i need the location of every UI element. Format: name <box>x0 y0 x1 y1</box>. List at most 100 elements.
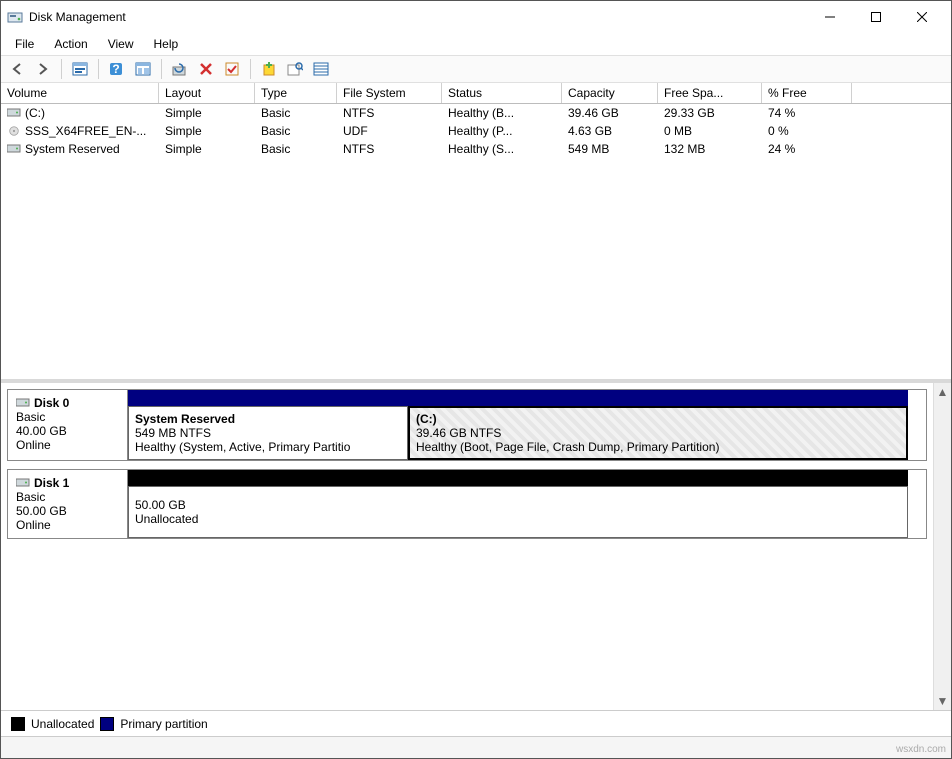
disk-state: Online <box>16 438 119 452</box>
col-volume[interactable]: Volume <box>1 83 159 103</box>
disk-name: Disk 0 <box>34 396 69 410</box>
disk-name: Disk 1 <box>34 476 69 490</box>
disk-info[interactable]: Disk 1Basic50.00 GBOnline <box>8 470 128 538</box>
volume-type: Basic <box>255 140 337 158</box>
wizard-button[interactable] <box>257 58 281 80</box>
col-type[interactable]: Type <box>255 83 337 103</box>
vertical-scrollbar[interactable]: ▲ ▼ <box>933 383 951 710</box>
maximize-button[interactable] <box>853 2 899 32</box>
legend-primary-label: Primary partition <box>120 717 207 731</box>
legend-unallocated-swatch <box>11 717 25 731</box>
scroll-down-icon[interactable]: ▼ <box>934 692 951 710</box>
minimize-button[interactable] <box>807 2 853 32</box>
volume-row[interactable]: SSS_X64FREE_EN-...SimpleBasicUDFHealthy … <box>1 122 951 140</box>
volume-pct: 74 % <box>762 104 852 122</box>
toolbar-separator <box>98 59 99 79</box>
disk-type: Basic <box>16 490 119 504</box>
volume-status: Healthy (B... <box>442 104 562 122</box>
menu-view[interactable]: View <box>100 35 142 53</box>
volume-free: 132 MB <box>658 140 762 158</box>
volume-type: Basic <box>255 104 337 122</box>
legend-unallocated-label: Unallocated <box>31 717 94 731</box>
col-free[interactable]: Free Spa... <box>658 83 762 103</box>
volume-list-header: Volume Layout Type File System Status Ca… <box>1 83 951 104</box>
partition-box[interactable]: System Reserved549 MB NTFSHealthy (Syste… <box>128 406 408 460</box>
volume-capacity: 549 MB <box>562 140 658 158</box>
toolbar-separator <box>61 59 62 79</box>
menu-file[interactable]: File <box>7 35 42 53</box>
show-hide-console-tree-button[interactable] <box>68 58 92 80</box>
status-strip <box>1 736 951 758</box>
menubar: File Action View Help <box>1 33 951 55</box>
disk-graphic-inner[interactable]: Disk 0Basic40.00 GBOnlineSystem Reserved… <box>1 383 933 710</box>
svg-text:?: ? <box>112 62 119 76</box>
volume-fs: NTFS <box>337 140 442 158</box>
scroll-up-icon[interactable]: ▲ <box>934 383 951 401</box>
close-button[interactable] <box>899 2 945 32</box>
back-button[interactable] <box>5 58 29 80</box>
titlebar: Disk Management <box>1 1 951 33</box>
volume-row[interactable]: System ReservedSimpleBasicNTFSHealthy (S… <box>1 140 951 158</box>
volume-layout: Simple <box>159 122 255 140</box>
volume-status: Healthy (S... <box>442 140 562 158</box>
partition-size: 39.46 GB NTFS <box>416 426 900 440</box>
settings-button[interactable] <box>131 58 155 80</box>
legend-bar: Unallocated Primary partition <box>1 710 951 736</box>
volume-row[interactable]: (C:)SimpleBasicNTFSHealthy (B...39.46 GB… <box>1 104 951 122</box>
disk-management-window: Disk Management File Action View Help ? … <box>0 0 952 759</box>
volume-status: Healthy (P... <box>442 122 562 140</box>
volume-capacity: 39.46 GB <box>562 104 658 122</box>
disk-graphic-pane: Disk 0Basic40.00 GBOnlineSystem Reserved… <box>1 383 951 710</box>
volume-name: System Reserved <box>1 140 159 158</box>
disk-size: 50.00 GB <box>16 504 119 518</box>
partition-status: Healthy (System, Active, Primary Partiti… <box>135 440 401 454</box>
volume-capacity: 4.63 GB <box>562 122 658 140</box>
disk-info[interactable]: Disk 0Basic40.00 GBOnline <box>8 390 128 460</box>
partition-size: 50.00 GB <box>135 498 901 512</box>
partition-size: 549 MB NTFS <box>135 426 401 440</box>
col-capacity[interactable]: Capacity <box>562 83 658 103</box>
volume-pct: 24 % <box>762 140 852 158</box>
disk-color-stripe <box>128 390 926 406</box>
disk-type: Basic <box>16 410 119 424</box>
partition-title: System Reserved <box>135 412 401 426</box>
volume-free: 29.33 GB <box>658 104 762 122</box>
col-pct[interactable]: % Free <box>762 83 852 103</box>
window-title: Disk Management <box>29 10 807 24</box>
watermark: wsxdn.com <box>896 744 946 755</box>
col-status[interactable]: Status <box>442 83 562 103</box>
volume-fs: NTFS <box>337 104 442 122</box>
col-spacer <box>852 83 951 103</box>
delete-button[interactable] <box>194 58 218 80</box>
disk-row: Disk 0Basic40.00 GBOnlineSystem Reserved… <box>7 389 927 461</box>
partition-status: Healthy (Boot, Page File, Crash Dump, Pr… <box>416 440 900 454</box>
legend-primary-swatch <box>100 717 114 731</box>
refresh-button[interactable] <box>168 58 192 80</box>
toolbar-separator <box>250 59 251 79</box>
volume-name: SSS_X64FREE_EN-... <box>1 122 159 140</box>
toolbar: ? <box>1 55 951 83</box>
menu-help[interactable]: Help <box>146 35 187 53</box>
partition-status: Unallocated <box>135 512 901 526</box>
apply-button[interactable] <box>220 58 244 80</box>
volume-list-pane[interactable]: Volume Layout Type File System Status Ca… <box>1 83 951 383</box>
partition-box[interactable]: (C:)39.46 GB NTFSHealthy (Boot, Page Fil… <box>408 406 908 460</box>
col-fs[interactable]: File System <box>337 83 442 103</box>
scroll-track[interactable] <box>934 401 951 692</box>
col-layout[interactable]: Layout <box>159 83 255 103</box>
disk-color-stripe <box>128 470 926 486</box>
forward-button[interactable] <box>31 58 55 80</box>
volume-type: Basic <box>255 122 337 140</box>
partition-title: (C:) <box>416 412 900 426</box>
partition-box[interactable]: 50.00 GBUnallocated <box>128 486 908 538</box>
disk-state: Online <box>16 518 119 532</box>
disk-row: Disk 1Basic50.00 GBOnline50.00 GBUnalloc… <box>7 469 927 539</box>
volume-name: (C:) <box>1 104 159 122</box>
help-button[interactable]: ? <box>105 58 129 80</box>
toolbar-separator <box>161 59 162 79</box>
volume-fs: UDF <box>337 122 442 140</box>
list-view-button[interactable] <box>309 58 333 80</box>
properties-button[interactable] <box>283 58 307 80</box>
volume-layout: Simple <box>159 140 255 158</box>
menu-action[interactable]: Action <box>46 35 95 53</box>
